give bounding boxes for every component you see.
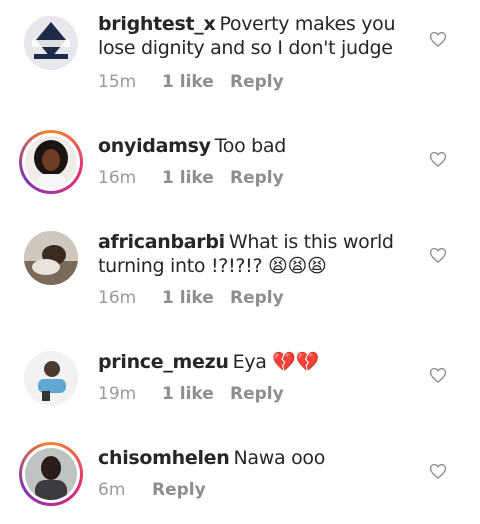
photo-icon (24, 231, 78, 285)
comment-time: 16m (98, 168, 137, 188)
heart-icon[interactable] (428, 461, 448, 481)
comment-body: Too bad (214, 135, 287, 157)
comment-time: 6m (98, 480, 126, 500)
story-ring[interactable] (19, 130, 83, 194)
story-ring[interactable] (19, 442, 83, 506)
comment-body: Eya 💔💔 (232, 351, 320, 373)
reply-button[interactable]: Reply (230, 72, 284, 92)
avatar[interactable] (24, 351, 78, 405)
portrait-icon (25, 448, 77, 500)
comment-text: chisomhelen Nawa ooo (98, 446, 398, 470)
emblem-icon (24, 16, 78, 70)
comment-time: 19m (98, 384, 137, 404)
comment-text: brightest_x Poverty makes you lose dignit… (98, 12, 398, 60)
portrait-icon (25, 136, 77, 188)
avatar[interactable] (24, 16, 78, 70)
reply-button[interactable]: Reply (230, 288, 284, 308)
reply-button[interactable]: Reply (230, 168, 284, 188)
comment-likes[interactable]: 1 like (162, 72, 214, 92)
comment-likes[interactable]: 1 like (162, 384, 214, 404)
avatar (25, 448, 77, 500)
comment-username[interactable]: onyidamsy (98, 135, 211, 157)
comment-username[interactable]: brightest_x (98, 13, 216, 35)
heart-icon[interactable] (428, 29, 448, 49)
comment-time: 15m (98, 72, 137, 92)
comment-text: africanbarbi What is this world turning i… (98, 230, 398, 278)
avatar (25, 136, 77, 188)
reply-button[interactable]: Reply (230, 384, 284, 404)
cartoon-icon (24, 351, 78, 405)
comment-likes[interactable]: 1 like (162, 288, 214, 308)
heart-icon[interactable] (428, 149, 448, 169)
comment-text: prince_mezu Eya 💔💔 (98, 350, 398, 374)
comment-username[interactable]: africanbarbi (98, 231, 225, 253)
comment-time: 16m (98, 288, 137, 308)
comment-username[interactable]: prince_mezu (98, 351, 229, 373)
comment-text: onyidamsy Too bad (98, 134, 398, 158)
avatar[interactable] (24, 231, 78, 285)
comment-body: Nawa ooo (233, 447, 326, 469)
comment-likes[interactable]: 1 like (162, 168, 214, 188)
comment-username[interactable]: chisomhelen (98, 447, 230, 469)
heart-icon[interactable] (428, 365, 448, 385)
heart-icon[interactable] (428, 245, 448, 265)
reply-button[interactable]: Reply (152, 480, 206, 500)
